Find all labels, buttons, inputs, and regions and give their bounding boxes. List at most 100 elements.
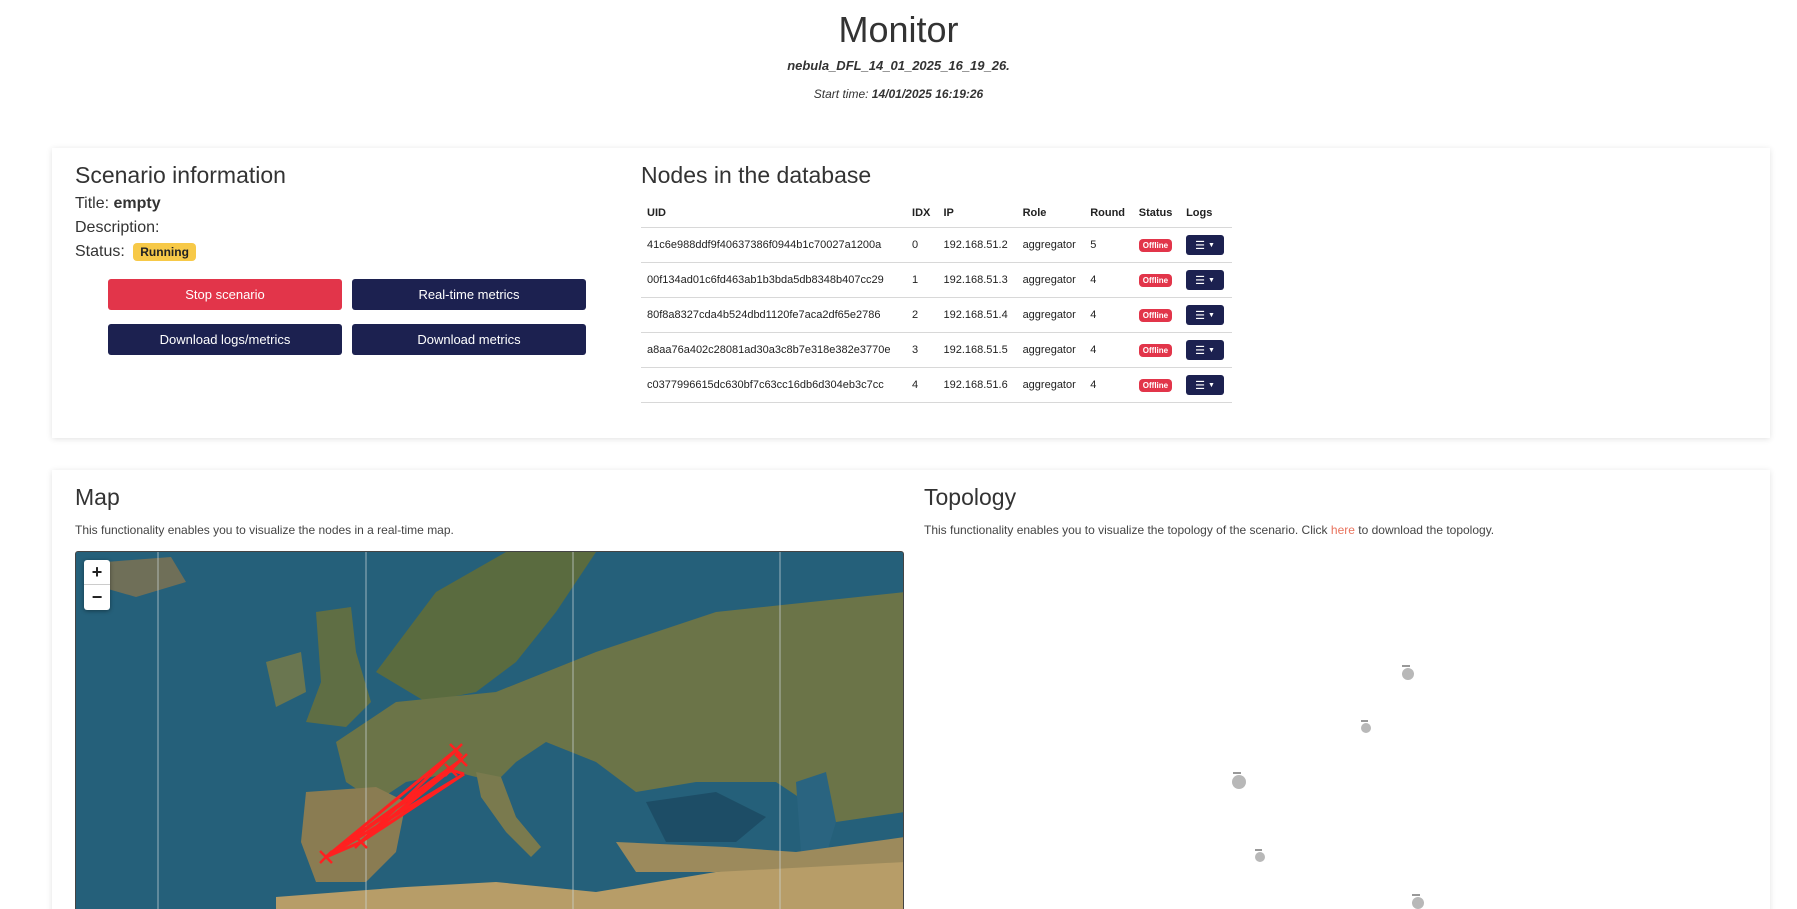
topology-heading: Topology <box>924 484 1017 510</box>
table-row: 41c6e988ddf9f40637386f0944b1c70027a1200a… <box>641 227 1232 263</box>
status-badge: Offline <box>1138 238 1173 252</box>
stop-scenario-button[interactable]: Stop scenario <box>108 279 342 310</box>
logs-dropdown-button[interactable]: ☰ ▼ <box>1186 235 1225 255</box>
node-round: 4 <box>1084 332 1133 368</box>
node-round: 4 <box>1084 262 1133 298</box>
scenario-name: nebula_DFL_14_01_2025_16_19_26. <box>787 58 1010 73</box>
menu-icon: ☰ <box>1195 344 1206 357</box>
table-row: 80f8a8327cda4b524dbd1120fe7aca2df65e2786… <box>641 297 1232 333</box>
node-logs-cell: ☰ ▼ <box>1180 227 1232 263</box>
map-tiles <box>76 552 903 909</box>
start-time: Start time: 14/01/2025 16:19:26 <box>0 87 1797 101</box>
node-uid: c0377996615dc630bf7c63cc16db6d304eb3c7cc <box>641 367 907 403</box>
download-topology-link[interactable]: here <box>1331 523 1355 537</box>
node-ip: 192.168.51.3 <box>937 262 1017 298</box>
download-metrics-button[interactable]: Download metrics <box>352 324 586 355</box>
node-ip: 192.168.51.2 <box>937 227 1017 263</box>
node-idx: 3 <box>906 332 938 368</box>
topology-node[interactable] <box>1361 720 1371 733</box>
status-badge: Offline <box>1138 273 1173 287</box>
nodes-table: UID IDX IP Role Round Status Logs 41c6e9… <box>641 201 1232 403</box>
topology-section: Topology This functionality enables you … <box>924 484 1494 537</box>
scenario-status-line: Status: Running <box>75 243 286 261</box>
column-header: IP <box>937 201 1017 228</box>
start-time-label: Start time: <box>813 87 869 101</box>
node-idx: 2 <box>906 297 938 333</box>
table-row: 00f134ad01c6fd463ab1b3bda5db8348b407cc29… <box>641 262 1232 298</box>
title-value: empty <box>113 195 161 212</box>
table-row: c0377996615dc630bf7c63cc16db6d304eb3c7cc… <box>641 367 1232 403</box>
node-round: 4 <box>1084 297 1133 333</box>
topology-description-text-end: to download the topology. <box>1354 523 1495 537</box>
node-status-cell: Offline <box>1132 332 1181 368</box>
topology-node[interactable] <box>1232 772 1246 789</box>
menu-icon: ☰ <box>1195 309 1206 322</box>
menu-icon: ☰ <box>1195 379 1206 392</box>
scenario-description-line: Description: <box>75 219 286 237</box>
status-badge: Offline <box>1138 378 1173 392</box>
node-round: 4 <box>1084 367 1133 403</box>
map-zoom-control: + − <box>84 560 110 610</box>
column-header: Role <box>1016 201 1085 228</box>
node-logs-cell: ☰ ▼ <box>1180 332 1232 368</box>
node-logs-cell: ☰ ▼ <box>1180 367 1232 403</box>
nodes-section: Nodes in the database UID IDX IP Role Ro… <box>641 162 1232 403</box>
topology-node[interactable] <box>1255 849 1265 862</box>
node-logs-cell: ☰ ▼ <box>1180 297 1232 333</box>
logs-dropdown-button[interactable]: ☰ ▼ <box>1186 305 1225 325</box>
map-description: This functionality enables you to visual… <box>75 523 454 537</box>
node-ip: 192.168.51.5 <box>937 332 1017 368</box>
node-uid: 00f134ad01c6fd463ab1b3bda5db8348b407cc29 <box>641 262 907 298</box>
node-logs-cell: ☰ ▼ <box>1180 262 1232 298</box>
caret-down-icon: ▼ <box>1208 381 1215 389</box>
topology-node[interactable] <box>1402 665 1414 680</box>
table-row: a8aa76a402c28081ad30a3c8b7e318e382e3770e… <box>641 332 1232 368</box>
node-status-cell: Offline <box>1132 297 1181 333</box>
zoom-out-button[interactable]: − <box>84 585 110 610</box>
topology-graph[interactable] <box>924 560 1770 909</box>
status-badge: Offline <box>1138 308 1173 322</box>
nodes-table-header: UID IDX IP Role Round Status Logs <box>641 201 1232 228</box>
topology-node[interactable] <box>1412 894 1424 909</box>
realtime-metrics-button[interactable]: Real-time metrics <box>352 279 586 310</box>
topology-description-text: This functionality enables you to visual… <box>924 523 1331 537</box>
topology-description: This functionality enables you to visual… <box>924 523 1494 537</box>
node-map[interactable]: + − <box>75 551 904 909</box>
logs-dropdown-button[interactable]: ☰ ▼ <box>1186 375 1225 395</box>
node-status-cell: Offline <box>1132 262 1181 298</box>
node-role: aggregator <box>1016 367 1085 403</box>
node-idx: 1 <box>906 262 938 298</box>
menu-icon: ☰ <box>1195 239 1206 252</box>
logs-dropdown-button[interactable]: ☰ ▼ <box>1186 270 1225 290</box>
column-header: Logs <box>1180 201 1232 228</box>
scenario-title-line: Title: empty <box>75 195 286 213</box>
column-header: IDX <box>906 201 938 228</box>
node-role: aggregator <box>1016 297 1085 333</box>
logs-dropdown-button[interactable]: ☰ ▼ <box>1186 340 1225 360</box>
status-label: Status: <box>75 243 125 261</box>
node-role: aggregator <box>1016 332 1085 368</box>
node-uid: 41c6e988ddf9f40637386f0944b1c70027a1200a <box>641 227 907 263</box>
node-idx: 0 <box>906 227 938 263</box>
node-round: 5 <box>1084 227 1133 263</box>
node-idx: 4 <box>906 367 938 403</box>
status-badge: Offline <box>1138 343 1173 357</box>
scenario-info-heading: Scenario information <box>75 162 286 188</box>
scenario-card: Scenario information Title: empty Descri… <box>52 148 1770 438</box>
node-uid: a8aa76a402c28081ad30a3c8b7e318e382e3770e <box>641 332 907 368</box>
node-role: aggregator <box>1016 227 1085 263</box>
node-ip: 192.168.51.4 <box>937 297 1017 333</box>
node-ip: 192.168.51.6 <box>937 367 1017 403</box>
nodes-heading: Nodes in the database <box>641 162 872 188</box>
column-header: UID <box>641 201 907 228</box>
menu-icon: ☰ <box>1195 274 1206 287</box>
description-label: Description: <box>75 219 160 236</box>
column-header: Status <box>1132 201 1181 228</box>
page-title: Monitor <box>838 9 959 50</box>
caret-down-icon: ▼ <box>1208 276 1215 284</box>
download-logs-button[interactable]: Download logs/metrics <box>108 324 342 355</box>
map-section: Map This functionality enables you to vi… <box>75 484 454 537</box>
zoom-in-button[interactable]: + <box>84 560 110 585</box>
caret-down-icon: ▼ <box>1208 311 1215 319</box>
start-time-value: 14/01/2025 16:19:26 <box>871 87 984 101</box>
